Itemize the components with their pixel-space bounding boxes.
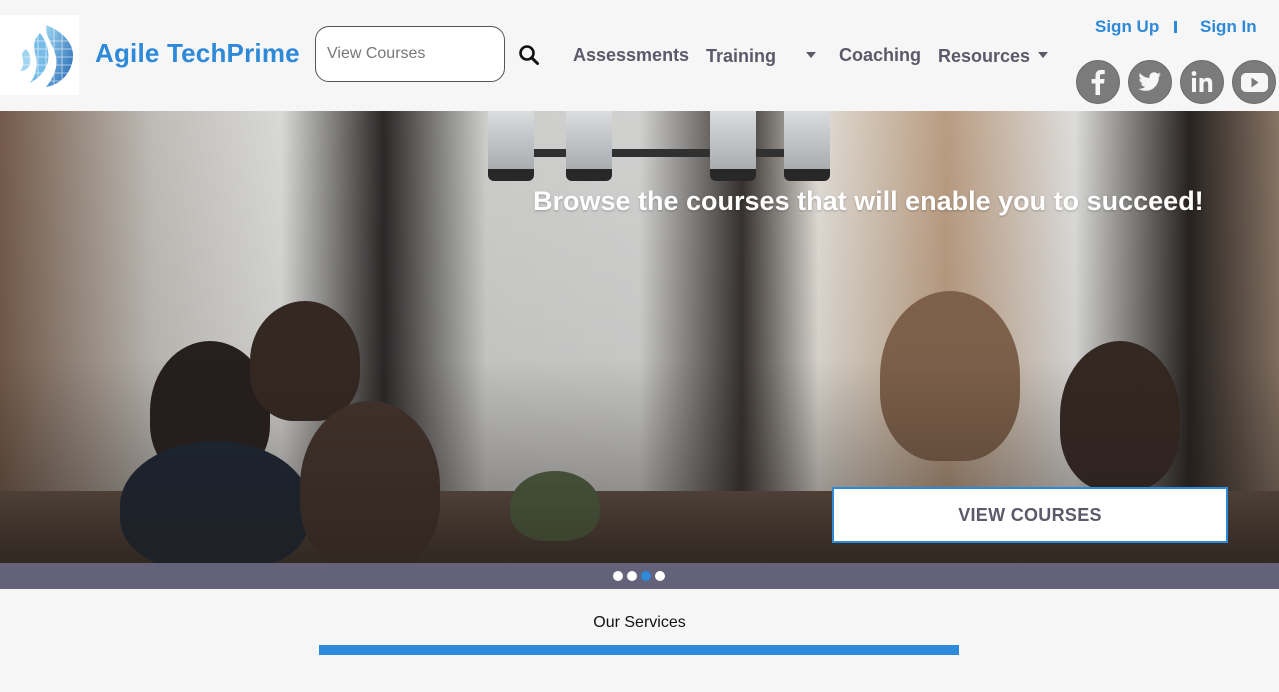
sign-in-link[interactable]: Sign In bbox=[1200, 17, 1257, 37]
linkedin-button[interactable] bbox=[1180, 60, 1224, 104]
auth-divider bbox=[1174, 21, 1177, 33]
twitter-button[interactable] bbox=[1128, 60, 1172, 104]
resources-dropdown-icon[interactable] bbox=[1038, 52, 1048, 58]
carousel-indicator-bar bbox=[0, 563, 1279, 589]
twitter-icon bbox=[1138, 72, 1161, 91]
search-icon bbox=[519, 45, 539, 65]
carousel-dot-4[interactable] bbox=[655, 571, 665, 581]
youtube-button[interactable] bbox=[1232, 60, 1276, 104]
carousel-dot-3[interactable] bbox=[641, 571, 651, 581]
nav-resources[interactable]: Resources bbox=[938, 46, 1030, 67]
site-header: Agile TechPrime Assessments Training Coa… bbox=[0, 0, 1279, 111]
search-input[interactable] bbox=[315, 26, 505, 82]
youtube-icon bbox=[1241, 73, 1268, 92]
facebook-button[interactable] bbox=[1076, 60, 1120, 104]
linkedin-icon bbox=[1191, 71, 1213, 92]
carousel-dot-2[interactable] bbox=[627, 571, 637, 581]
search-button[interactable] bbox=[517, 43, 541, 67]
nav-coaching[interactable]: Coaching bbox=[839, 45, 921, 66]
nav-training[interactable]: Training bbox=[706, 46, 776, 67]
hero-heading: Browse the courses that will enable you … bbox=[533, 186, 1204, 216]
services-underline bbox=[319, 645, 959, 655]
globe-grid-logo-icon bbox=[20, 25, 74, 87]
brand-name[interactable]: Agile TechPrime bbox=[95, 38, 300, 69]
carousel-dot-1[interactable] bbox=[613, 571, 623, 581]
view-courses-button[interactable]: VIEW COURSES bbox=[832, 487, 1228, 543]
sign-up-link[interactable]: Sign Up bbox=[1095, 17, 1159, 37]
training-dropdown-icon[interactable] bbox=[806, 52, 816, 58]
logo[interactable] bbox=[0, 15, 79, 95]
services-heading: Our Services bbox=[593, 614, 686, 631]
nav-assessments[interactable]: Assessments bbox=[573, 45, 689, 66]
facebook-icon bbox=[1091, 69, 1105, 95]
hero-banner: Browse the courses that will enable you … bbox=[0, 111, 1279, 563]
